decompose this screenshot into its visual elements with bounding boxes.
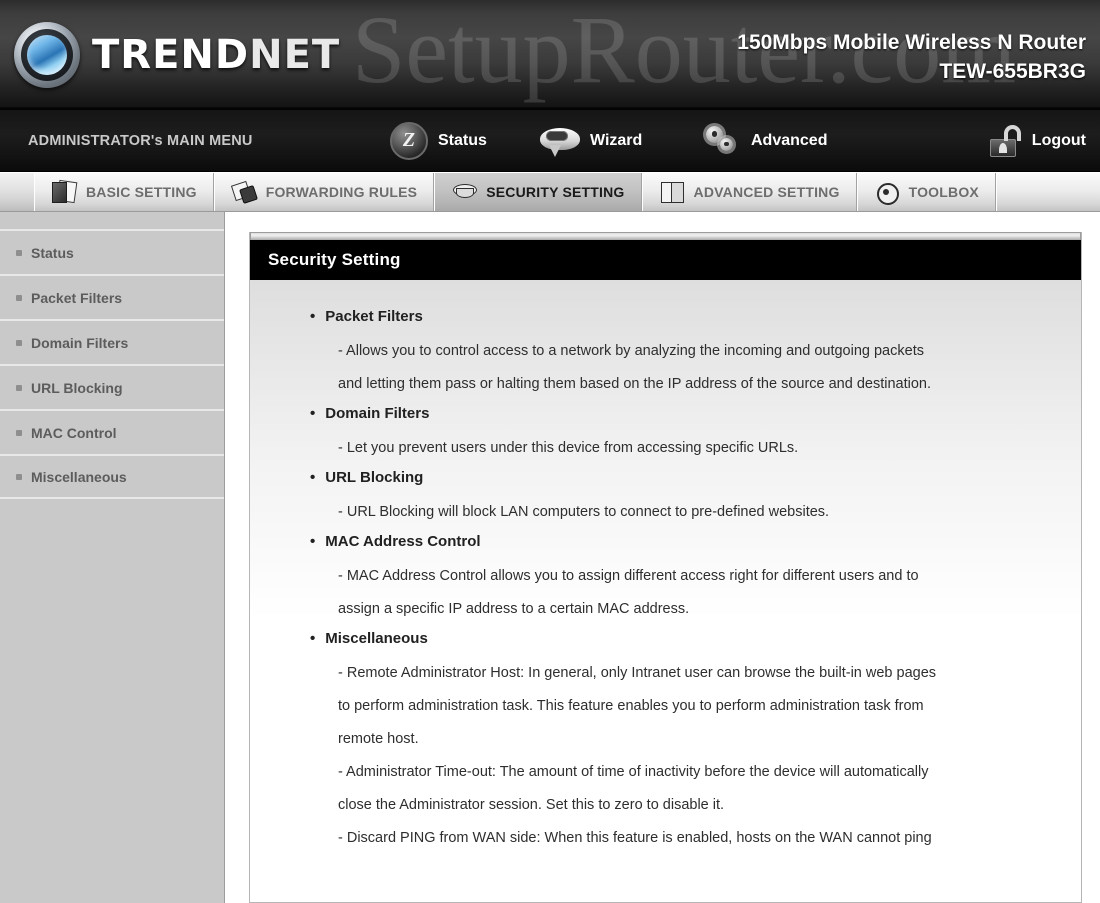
section-packet-filters-heading: Packet Filters [325,308,423,325]
bullet-icon: • [310,405,316,422]
tab-security-setting[interactable]: SECURITY SETTING [434,172,642,211]
brand-word-trend: TREND [92,32,250,78]
sidebar-item-status-label: Status [31,244,74,261]
content-column: Security Setting • Packet Filters - Allo… [225,212,1100,903]
menu-item-logout[interactable]: Logout [988,124,1086,157]
sidebar-item-status[interactable]: Status [0,229,224,274]
bullet-icon [16,473,22,480]
page-body: Status Packet Filters Domain Filters URL… [0,212,1100,903]
section-miscellaneous: • Miscellaneous - Remote Administrator H… [278,630,1055,855]
brand-word-net: NET [249,32,341,78]
wizard-icon [540,126,580,157]
sidebar-item-domain-filters-label: Domain Filters [31,334,129,351]
bullet-icon: • [310,308,316,325]
section-mac-address-control: • MAC Address Control - MAC Address Cont… [278,533,1055,626]
folder-pages-icon [51,180,77,204]
menu-item-logout-label: Logout [1031,131,1086,149]
menu-item-wizard[interactable]: Wizard [540,126,643,157]
tab-toolbox-label: TOOLBOX [908,183,979,200]
product-model: TEW-655BR3G [939,60,1086,83]
open-book-icon [659,180,685,204]
menu-item-status-label: Status [438,131,487,149]
section-miscellaneous-line-4: - Administrator Time-out: The amount of … [338,764,929,780]
section-url-blocking-heading: URL Blocking [325,469,424,486]
security-sidebar: Status Packet Filters Domain Filters URL… [0,212,225,903]
section-heading: • Miscellaneous [310,630,1055,647]
sidebar-item-miscellaneous[interactable]: Miscellaneous [0,454,224,499]
admin-menu-label: ADMINISTRATOR's MAIN MENU [28,132,253,149]
section-url-blocking: • URL Blocking - URL Blocking will block… [278,469,1055,529]
bullet-icon [16,429,22,436]
section-miscellaneous-heading: Miscellaneous [325,630,428,647]
trendnet-globe-icon [14,22,80,88]
section-miscellaneous-line-2: to perform administration task. This fea… [338,698,924,714]
section-heading: • Packet Filters [310,308,1055,325]
sidebar-item-url-blocking[interactable]: URL Blocking [0,364,224,409]
brand-header: TRENDNET SetupRouter.com 150Mbps Mobile … [0,0,1100,110]
menu-item-advanced-label: Advanced [751,131,828,149]
tab-basic-setting-label: BASIC SETTING [86,183,197,200]
product-name: 150Mbps Mobile Wireless N Router [737,31,1086,54]
security-setting-panel: Security Setting • Packet Filters - Allo… [249,232,1082,903]
section-miscellaneous-line-6: - Discard PING from WAN side: When this … [338,830,932,846]
section-miscellaneous-line-1: - Remote Administrator Host: In general,… [338,665,937,681]
bullet-icon [16,249,22,256]
tab-advanced-setting-label: ADVANCED SETTING [693,183,840,200]
section-domain-filters: • Domain Filters - Let you prevent users… [278,405,1055,465]
bullet-icon: • [310,469,316,486]
hex-nut-icon [451,180,478,204]
trendnet-logo[interactable]: TRENDNET [14,22,340,88]
brand-wordmark: TRENDNET [92,32,340,78]
section-heading: • Domain Filters [310,405,1055,422]
sidebar-item-packet-filters[interactable]: Packet Filters [0,274,224,319]
advanced-gears-icon [703,125,741,157]
section-domain-filters-heading: Domain Filters [325,405,430,422]
section-heading: • URL Blocking [310,469,1055,486]
panel-content: • Packet Filters - Allows you to control… [250,280,1081,898]
tab-security-setting-label: SECURITY SETTING [486,183,625,200]
bullet-icon: • [310,533,316,550]
section-packet-filters-line-2: and letting them pass or halting them ba… [338,376,932,392]
unlocked-padlock-icon [988,124,1022,157]
sidebar-item-miscellaneous-label: Miscellaneous [31,468,127,485]
tab-forwarding-rules-label: FORWARDING RULES [265,183,418,200]
bullet-icon [16,384,22,391]
bullet-icon: • [310,630,316,647]
section-mac-address-control-line-2: assign a specific IP address to a certai… [338,601,690,617]
tab-forwarding-rules[interactable]: FORWARDING RULES [213,172,435,211]
menu-item-status[interactable]: Status [390,121,487,160]
section-domain-filters-line-1: - Let you prevent users under this devic… [338,440,799,456]
tab-advanced-setting[interactable]: ADVANCED SETTING [641,172,857,211]
panel-top-bevel [250,232,1081,240]
bullet-icon [16,294,22,301]
sidebar-item-packet-filters-label: Packet Filters [31,289,123,306]
section-packet-filters: • Packet Filters - Allows you to control… [278,308,1055,401]
tab-basic-setting[interactable]: BASIC SETTING [34,172,214,211]
menu-item-wizard-label: Wizard [590,131,643,149]
gear-wrench-icon [874,180,900,205]
sidebar-item-url-blocking-label: URL Blocking [31,379,123,396]
section-miscellaneous-line-5: close the Administrator session. Set thi… [338,797,725,813]
page-title: Security Setting [250,240,1081,280]
sidebar-item-domain-filters[interactable]: Domain Filters [0,319,224,364]
sidebar-item-mac-control-label: MAC Control [31,424,117,441]
section-mac-address-control-line-1: - MAC Address Control allows you to assi… [338,568,919,584]
forward-arrows-icon [231,180,257,204]
router-admin-page: TRENDNET SetupRouter.com 150Mbps Mobile … [0,0,1100,903]
bullet-icon [16,339,22,346]
section-url-blocking-line-1: - URL Blocking will block LAN computers … [338,504,830,520]
section-heading: • MAC Address Control [310,533,1055,550]
menu-item-advanced[interactable]: Advanced [703,125,827,157]
section-miscellaneous-line-3: remote host. [338,731,419,747]
section-tabs: BASIC SETTING FORWARDING RULES SECURITY … [0,172,1100,212]
product-info: 150Mbps Mobile Wireless N Router TEW-655… [737,28,1086,86]
tab-toolbox[interactable]: TOOLBOX [856,172,996,211]
administrator-main-menu: ADMINISTRATOR's MAIN MENU Status Wizard … [0,110,1100,172]
section-mac-address-control-heading: MAC Address Control [325,533,481,550]
sidebar-item-mac-control[interactable]: MAC Control [0,409,224,454]
status-icon [390,121,428,160]
tab-strip-left-pad [0,172,34,211]
section-packet-filters-line-1: - Allows you to control access to a netw… [338,343,924,359]
tab-strip-right-pad [995,172,1100,211]
